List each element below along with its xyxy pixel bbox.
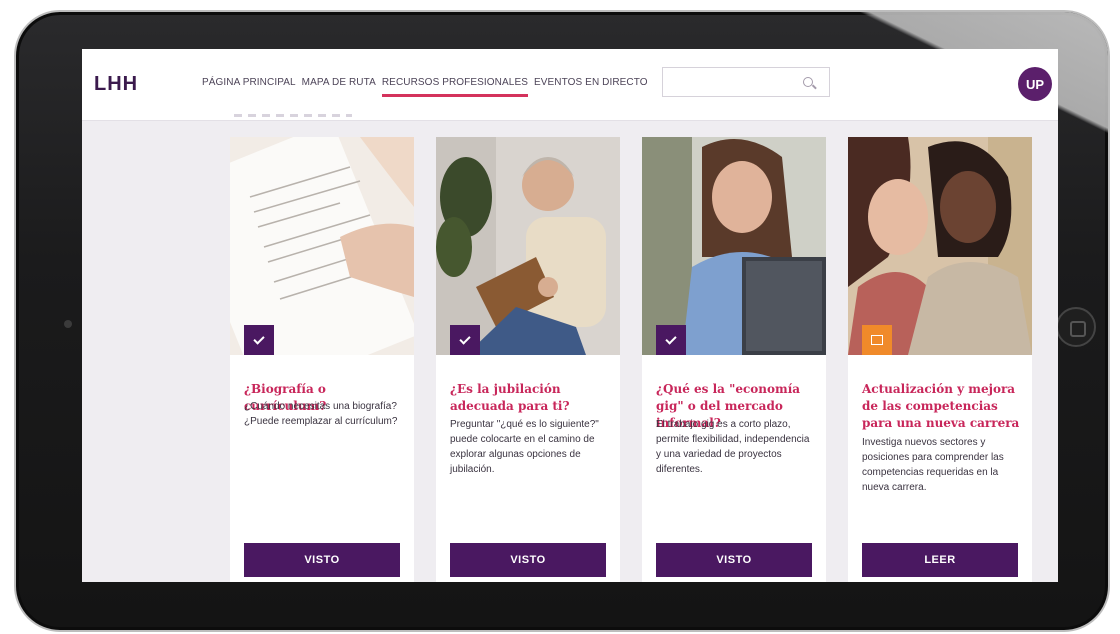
viewed-button[interactable]: VISTO xyxy=(244,543,400,577)
viewed-badge xyxy=(244,325,274,355)
card-title[interactable]: ¿Es la jubilación adecuada para ti? xyxy=(450,381,610,415)
card-description: Preguntar "¿qué es lo siguiente?" puede … xyxy=(450,419,599,475)
read-button[interactable]: LEER xyxy=(862,543,1018,577)
top-header: LHH PÁGINA PRINCIPAL MAPA DE RUTA RECURS… xyxy=(82,49,1058,121)
check-icon xyxy=(253,332,265,345)
card-image-gig-economy xyxy=(642,137,826,355)
search-icon[interactable] xyxy=(803,77,813,87)
card-description: Investiga nuevos sectores y posiciones p… xyxy=(862,437,1004,493)
read-badge xyxy=(862,325,892,355)
home-button[interactable] xyxy=(1056,307,1096,347)
check-icon xyxy=(459,332,471,345)
card-description: El trabajo gig es a corto plazo, permite… xyxy=(656,419,810,475)
brand-logo[interactable]: LHH xyxy=(94,73,138,96)
nav-item-home[interactable]: PÁGINA PRINCIPAL xyxy=(202,77,296,97)
resource-card[interactable]: ¿Biografía o currículum? ¿Cuándo necesit… xyxy=(230,137,414,582)
user-avatar[interactable]: UP xyxy=(1018,67,1052,101)
resource-card[interactable]: ¿Qué es la "economía gig" o del mercado … xyxy=(642,137,826,582)
document-icon xyxy=(871,335,883,345)
card-image-resume xyxy=(230,137,414,355)
breadcrumb xyxy=(234,114,352,117)
check-icon xyxy=(665,332,677,345)
nav-item-roadmap[interactable]: MAPA DE RUTA xyxy=(302,77,376,97)
card-description: ¿Cuándo necesitas una biografía? ¿Puede … xyxy=(244,401,398,427)
nav-item-professional-resources[interactable]: RECURSOS PROFESIONALES xyxy=(381,77,528,97)
search-input[interactable] xyxy=(662,67,830,97)
camera-icon xyxy=(64,320,72,328)
viewed-badge xyxy=(450,325,480,355)
viewed-button[interactable]: VISTO xyxy=(656,543,812,577)
card-title[interactable]: Actualización y mejora de las competenci… xyxy=(862,381,1022,432)
nav-item-live-events[interactable]: EVENTOS EN DIRECTO xyxy=(534,77,648,97)
card-image-retirement xyxy=(436,137,620,355)
app-screen: LHH PÁGINA PRINCIPAL MAPA DE RUTA RECURS… xyxy=(82,49,1058,582)
viewed-button[interactable]: VISTO xyxy=(450,543,606,577)
resource-card[interactable]: Actualización y mejora de las competenci… xyxy=(848,137,1032,582)
main-nav: PÁGINA PRINCIPAL MAPA DE RUTA RECURSOS P… xyxy=(202,77,648,97)
viewed-badge xyxy=(656,325,686,355)
resource-card[interactable]: ¿Es la jubilación adecuada para ti? Preg… xyxy=(436,137,620,582)
card-image-upskilling xyxy=(848,137,1032,355)
